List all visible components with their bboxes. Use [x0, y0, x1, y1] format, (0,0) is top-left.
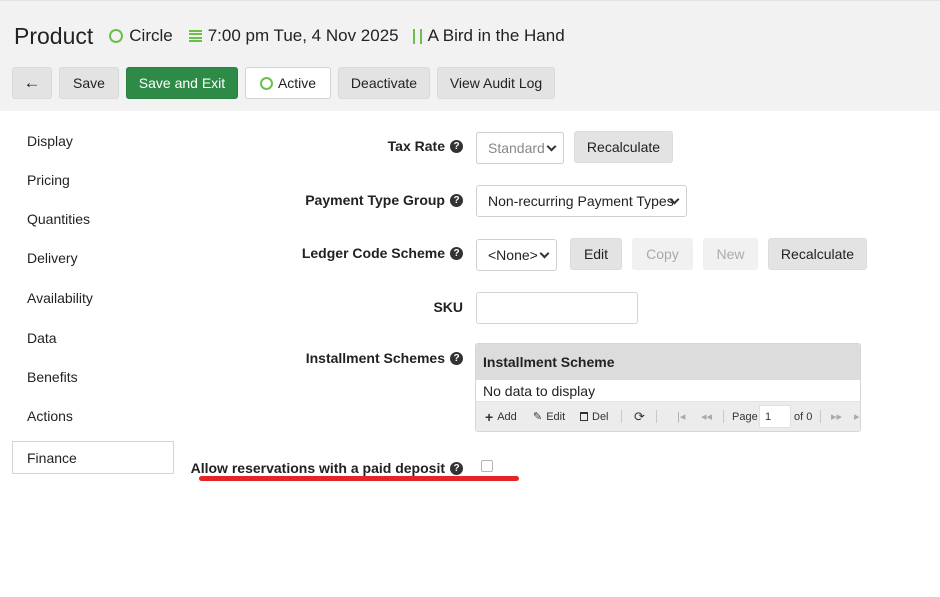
shape-meta: Circle — [109, 26, 173, 46]
tax-rate-recalculate-button[interactable]: Recalculate — [574, 131, 673, 163]
installment-schemes-label: Installment Schemes ? — [306, 349, 463, 367]
help-icon[interactable]: ? — [450, 246, 463, 260]
venue-meta: A Bird in the Hand — [399, 26, 565, 46]
sku-input[interactable] — [476, 292, 638, 324]
delete-label: Del — [592, 410, 609, 423]
installment-schemes-grid: Installment Scheme No data to display + … — [475, 343, 861, 432]
refresh-icon[interactable]: ⟳ — [634, 402, 645, 431]
sidebar-item-data[interactable]: Data — [12, 321, 174, 354]
trash-icon — [580, 412, 588, 421]
ledger-copy-button[interactable]: Copy — [632, 238, 693, 270]
back-button[interactable]: ← — [12, 67, 52, 99]
venue-label: A Bird in the Hand — [427, 26, 565, 45]
grid-column-header[interactable]: Installment Scheme — [476, 344, 860, 380]
chevron-down-icon — [539, 248, 550, 259]
sidebar-item-actions[interactable]: Actions — [12, 399, 174, 432]
tax-rate-label-text: Tax Rate — [387, 138, 445, 154]
arrow-left-icon: ← — [23, 73, 41, 92]
page-title: Product — [14, 22, 94, 49]
grid-add-button[interactable]: + Add — [485, 402, 517, 431]
pencil-icon: ✎ — [533, 411, 543, 423]
ledger-code-scheme-value: <None> — [488, 247, 538, 263]
highlight-underline — [199, 476, 519, 481]
pager-separator — [621, 410, 622, 423]
tax-rate-select[interactable]: Standard — [476, 132, 564, 164]
ledger-edit-button[interactable]: Edit — [570, 238, 622, 270]
sidebar-item-quantities[interactable]: Quantities — [12, 202, 174, 235]
circle-status-icon — [259, 76, 273, 90]
venue-icon — [412, 28, 422, 44]
datetime-meta: 7:00 pm Tue, 4 Nov 2025 — [173, 26, 399, 46]
active-label: Active — [277, 75, 317, 91]
save-and-exit-button[interactable]: Save and Exit — [126, 67, 238, 99]
page-header: Product Circle 7:00 pm Tue, 4 Nov 2025 A… — [0, 0, 940, 111]
payment-type-group-select[interactable]: Non-recurring Payment Types — [476, 185, 687, 217]
circle-icon — [109, 29, 124, 43]
sidebar-item-delivery[interactable]: Delivery — [12, 241, 174, 274]
grid-edit-button[interactable]: ✎ Edit — [533, 402, 565, 431]
sku-label: SKU — [433, 299, 463, 315]
paid-deposit-label: Allow reservations with a paid deposit ? — [191, 459, 463, 477]
prev-page-icon[interactable]: ◂◂ — [701, 402, 712, 431]
paid-deposit-label-text: Allow reservations with a paid deposit — [190, 460, 445, 476]
grid-pager: + Add ✎ Edit Del ⟳ |◂ ◂◂ Page 1 of 0 ▸▸ … — [476, 402, 860, 431]
ledger-new-button[interactable]: New — [703, 238, 758, 270]
sidebar-item-pricing[interactable]: Pricing — [12, 163, 174, 196]
view-audit-log-button[interactable]: View Audit Log — [437, 67, 555, 99]
plus-icon: + — [485, 408, 494, 425]
save-button[interactable]: Save — [59, 67, 119, 99]
tax-rate-label: Tax Rate ? — [388, 137, 463, 155]
deactivate-button[interactable]: Deactivate — [338, 67, 430, 99]
pager-separator — [656, 410, 657, 423]
edit-label: Edit — [546, 410, 566, 423]
page-label: Page — [732, 410, 758, 423]
payment-type-group-value: Non-recurring Payment Types — [488, 193, 674, 209]
add-label: Add — [497, 410, 517, 423]
pager-separator — [723, 410, 724, 423]
datetime-label: 7:00 pm Tue, 4 Nov 2025 — [207, 26, 399, 45]
shape-label: Circle — [129, 26, 173, 45]
tax-rate-value: Standard — [488, 140, 545, 156]
ledger-code-scheme-select[interactable]: <None> — [476, 239, 557, 271]
ledger-code-scheme-label-text: Ledger Code Scheme — [301, 245, 445, 261]
title-row: Product Circle 7:00 pm Tue, 4 Nov 2025 A… — [14, 20, 565, 52]
help-icon[interactable]: ? — [450, 193, 463, 207]
first-page-icon[interactable]: |◂ — [677, 402, 685, 431]
next-page-icon[interactable]: ▸▸ — [831, 402, 842, 431]
list-icon — [188, 30, 202, 42]
help-icon[interactable]: ? — [450, 139, 463, 153]
installment-schemes-label-text: Installment Schemes — [305, 350, 445, 366]
paid-deposit-checkbox[interactable] — [481, 460, 493, 472]
help-icon[interactable]: ? — [450, 351, 463, 365]
active-status-button[interactable]: Active — [245, 67, 331, 99]
sidebar-item-display[interactable]: Display — [12, 124, 174, 157]
ledger-code-scheme-label: Ledger Code Scheme ? — [302, 244, 463, 262]
sidebar-item-finance[interactable]: Finance — [12, 441, 174, 474]
page-number-input[interactable]: 1 — [759, 405, 791, 428]
sidebar-item-availability[interactable]: Availability — [12, 281, 174, 314]
grid-delete-button[interactable]: Del — [580, 402, 609, 431]
payment-type-group-label: Payment Type Group ? — [305, 191, 463, 209]
page-count: of 0 — [794, 410, 813, 423]
pager-separator — [820, 410, 821, 423]
last-page-icon[interactable]: ▸| — [854, 402, 860, 431]
payment-type-group-label-text: Payment Type Group — [305, 192, 445, 208]
help-icon[interactable]: ? — [450, 461, 463, 475]
grid-empty-message: No data to display — [476, 380, 860, 402]
ledger-recalculate-button[interactable]: Recalculate — [768, 238, 867, 270]
sidebar-item-benefits[interactable]: Benefits — [12, 360, 174, 393]
chevron-down-icon — [546, 141, 557, 152]
